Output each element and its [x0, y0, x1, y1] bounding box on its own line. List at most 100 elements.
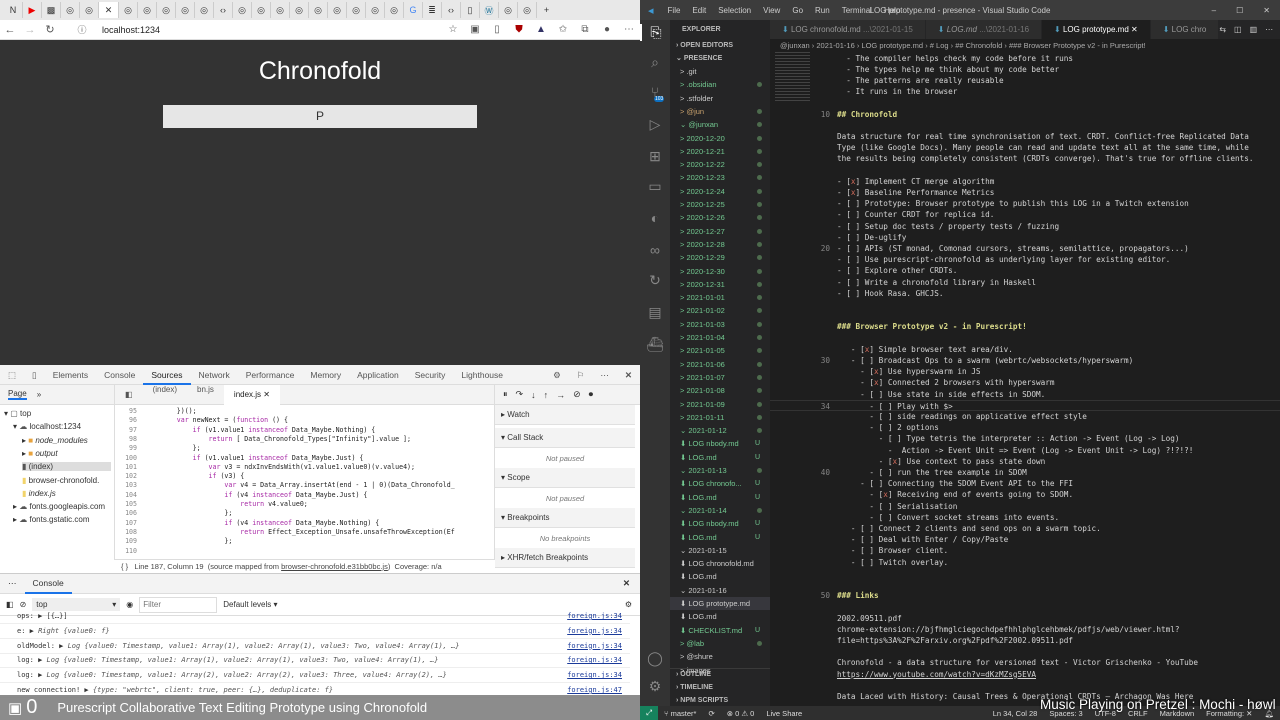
- github-tab-icon[interactable]: ◎: [138, 2, 157, 18]
- editor-tab[interactable]: ⬇ LOG prototype.md ✕: [1042, 20, 1151, 39]
- file-tree-item[interactable]: > 2021-01-07: [670, 371, 770, 384]
- github-tab-icon[interactable]: ◎: [328, 2, 347, 18]
- problems-count[interactable]: ⊗ 0 ⚠ 0: [721, 709, 761, 718]
- call-stack-section[interactable]: ▾ Call Stack: [495, 428, 635, 448]
- docker-icon[interactable]: ⛴: [640, 336, 670, 353]
- file-tree-item[interactable]: > 2020-12-25: [670, 198, 770, 211]
- git-branch[interactable]: ⑂ master*: [658, 709, 702, 718]
- file-tree-item[interactable]: > 2020-12-24: [670, 185, 770, 198]
- file-tree-item[interactable]: ⬇ LOG.md: [670, 610, 770, 623]
- code-tab-icon[interactable]: ‹›: [214, 2, 233, 18]
- tab-console[interactable]: Console: [96, 365, 143, 385]
- editor-tab[interactable]: bn.js: [187, 385, 224, 405]
- deactivate-breakpoints-icon[interactable]: ⊘: [573, 389, 581, 400]
- github-tab-icon[interactable]: ◎: [233, 2, 252, 18]
- breakpoints-section[interactable]: ▾ Breakpoints: [495, 508, 635, 528]
- file-tree-item[interactable]: ⌄ 2021-01-14: [670, 504, 770, 517]
- url-input[interactable]: localhost:1234: [102, 25, 442, 35]
- search-icon[interactable]: ⌕: [640, 54, 670, 71]
- file-tree-item[interactable]: > 2020-12-21: [670, 145, 770, 158]
- breadcrumb[interactable]: @junxan › 2021-01-16 › LOG prototype.md …: [770, 39, 1280, 52]
- sidebar-toggle-icon[interactable]: ◧: [6, 600, 14, 609]
- message-source-link[interactable]: foreign.js:34: [567, 624, 622, 639]
- close-tab-icon[interactable]: ✕: [261, 390, 270, 399]
- line-number[interactable]: 110: [115, 547, 137, 556]
- line-number[interactable]: 97: [115, 426, 137, 435]
- tree-item[interactable]: ▾ ▢ top: [4, 409, 31, 418]
- settings-gear-icon[interactable]: ⚙: [545, 365, 569, 385]
- file-tree-item[interactable]: > 2021-01-11: [670, 411, 770, 424]
- file-tree-item[interactable]: ⬇ CHECKLIST.md U: [670, 624, 770, 637]
- file-tree-item[interactable]: > 2021-01-04: [670, 331, 770, 344]
- editor-tab[interactable]: ⬇ LOG.md ...\2021-01-16: [925, 20, 1043, 39]
- github-tab-icon[interactable]: ◎: [518, 2, 537, 18]
- message-label[interactable]: new connection! ▶: [17, 686, 89, 694]
- pretty-print-icon[interactable]: { }: [121, 562, 128, 571]
- tab-lighthouse[interactable]: Lighthouse: [453, 365, 511, 385]
- active-close-tab-icon[interactable]: ✕: [99, 2, 119, 18]
- editor-tab[interactable]: (index): [143, 385, 187, 405]
- remote-explorer-icon[interactable]: ▭: [640, 178, 670, 195]
- live-share-button[interactable]: Live Share: [760, 709, 808, 718]
- line-number[interactable]: 102: [115, 472, 137, 481]
- file-tree-item[interactable]: > 2020-12-28: [670, 238, 770, 251]
- file-tree-item[interactable]: ⬇ LOG chronofold.md: [670, 557, 770, 570]
- menu-terminal[interactable]: Terminal: [836, 6, 878, 15]
- file-tree-item[interactable]: ⌄ 2021-01-15: [670, 544, 770, 557]
- line-number[interactable]: 95: [115, 407, 137, 416]
- line-number[interactable]: 98: [115, 435, 137, 444]
- avatar[interactable]: ●: [596, 24, 618, 35]
- file-tree-item[interactable]: > 2020-12-29: [670, 251, 770, 264]
- github-tab-icon[interactable]: ◎: [271, 2, 290, 18]
- file-tree-item[interactable]: ⌄ 2021-01-16: [670, 584, 770, 597]
- file-tree-item[interactable]: > 2020-12-20: [670, 132, 770, 145]
- line-number[interactable]: 109: [115, 537, 137, 546]
- file-tree-item[interactable]: > @shure: [670, 650, 770, 663]
- file-tree-item[interactable]: ⬇ LOG nbody.md U: [670, 517, 770, 530]
- file-tree-item[interactable]: > 2021-01-03: [670, 318, 770, 331]
- message-body[interactable]: Log {value0: Timestamp, value1: Array(1)…: [68, 642, 460, 650]
- file-tree-item[interactable]: > @lab: [670, 637, 770, 650]
- menu-view[interactable]: View: [757, 6, 786, 15]
- file-tree-item[interactable]: > 2021-01-06: [670, 358, 770, 371]
- ublock-shield-icon[interactable]: ⛊: [508, 24, 530, 35]
- file-tree-item[interactable]: ⬇ LOG.md U: [670, 491, 770, 504]
- menu-go[interactable]: Go: [786, 6, 809, 15]
- editor-line[interactable]: https://www.youtube.com/watch?v=dKzMZsg5…: [770, 669, 1280, 680]
- watch-section[interactable]: ▸ Watch: [495, 405, 635, 425]
- file-tree-item[interactable]: ⬇ LOG.md: [670, 570, 770, 583]
- step-over-icon[interactable]: ↷: [516, 389, 524, 400]
- menu-file[interactable]: File: [662, 6, 687, 15]
- github-tab-icon[interactable]: ◎: [61, 2, 80, 18]
- extensions-icon[interactable]: ⊞: [640, 148, 670, 165]
- inspect-icon[interactable]: ⬚: [0, 365, 24, 385]
- menu-help[interactable]: Help: [878, 6, 906, 15]
- tab-elements[interactable]: Elements: [45, 365, 96, 385]
- log-levels-dropdown[interactable]: Default levels ▾: [223, 600, 277, 609]
- stack-tab-icon[interactable]: ≣: [423, 2, 442, 18]
- close-tab-icon[interactable]: ✕: [1129, 25, 1138, 34]
- tree-item[interactable]: ▾ ☁ localhost:1234: [13, 422, 81, 431]
- run-debug-icon[interactable]: ▷: [640, 116, 670, 133]
- google-tab-icon[interactable]: G: [404, 2, 423, 18]
- line-number[interactable]: 96: [115, 416, 137, 425]
- toggle-navigator-icon[interactable]: ◧: [115, 390, 143, 399]
- message-body[interactable]: {type: "webrtc", client: true, peer: {…}…: [93, 686, 333, 694]
- step-out-icon[interactable]: ↑: [544, 390, 549, 400]
- cursor-position[interactable]: Ln 34, Col 28: [987, 709, 1044, 718]
- editor-tab[interactable]: ⬇ LOG chro: [1150, 20, 1220, 39]
- editor-tab[interactable]: ⬇ LOG chronofold.md ...\2021-01-15: [770, 20, 926, 39]
- github-tab-icon[interactable]: ◎: [176, 2, 195, 18]
- message-source-link[interactable]: foreign.js:34: [567, 653, 622, 668]
- document-tab-icon[interactable]: ▯: [461, 2, 480, 18]
- youtube-tab-icon[interactable]: ▶: [23, 2, 42, 18]
- split-editor-icon[interactable]: ▥: [1250, 25, 1258, 34]
- file-tree-item[interactable]: > 2021-01-08: [670, 384, 770, 397]
- source-map-link[interactable]: browser-chronofold.e31bb0bc.js: [281, 562, 388, 571]
- tab-performance[interactable]: Performance: [238, 365, 303, 385]
- github-tab-icon[interactable]: ◎: [252, 2, 271, 18]
- file-tree-item[interactable]: > 2021-01-01: [670, 291, 770, 304]
- file-tree-item[interactable]: > 2020-12-31: [670, 278, 770, 291]
- sync-icon[interactable]: ⟳: [702, 709, 720, 718]
- explorer-icon[interactable]: ⎘: [640, 24, 670, 41]
